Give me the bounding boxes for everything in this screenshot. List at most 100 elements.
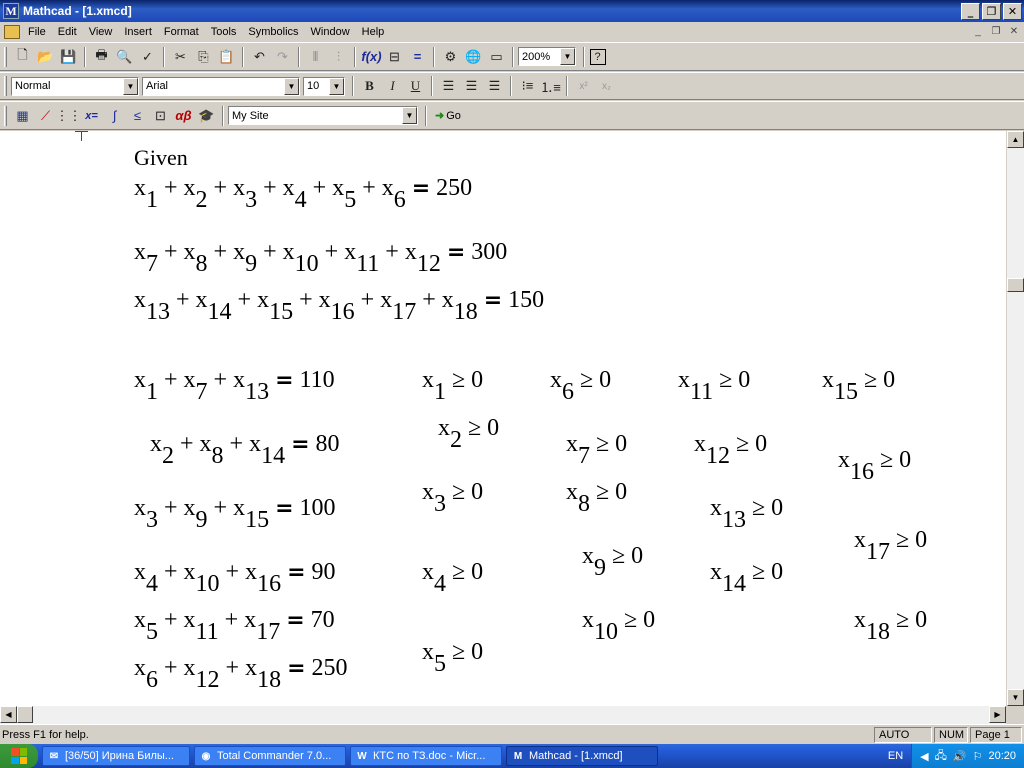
- equation[interactable]: x4 + x10 + x16 = 90: [134, 560, 336, 596]
- align-icon[interactable]: ⫴: [305, 46, 327, 68]
- scroll-thumb[interactable]: [1007, 278, 1024, 292]
- mathcad-app-icon[interactable]: M: [3, 3, 19, 19]
- scroll-right-icon[interactable]: ▶: [989, 706, 1006, 723]
- bold-button[interactable]: B: [359, 75, 381, 97]
- copy-icon[interactable]: ⎘: [193, 46, 215, 68]
- font-select[interactable]: Arial ▼: [142, 76, 300, 96]
- align-center-icon[interactable]: ☰: [461, 75, 483, 97]
- resource-icon[interactable]: 🌐: [463, 46, 485, 68]
- constraint[interactable]: x14 ≥ 0: [710, 560, 783, 596]
- scroll-left-icon[interactable]: ◀: [0, 706, 17, 723]
- task-button-word[interactable]: W КТС по ТЗ.doc - Micr...: [350, 746, 502, 766]
- font-size-select[interactable]: 10 ▼: [303, 76, 345, 96]
- align-down-icon[interactable]: ⫶: [328, 46, 350, 68]
- constraint[interactable]: x13 ≥ 0: [710, 496, 783, 532]
- matrix-icon[interactable]: ⋮⋮: [56, 105, 82, 127]
- print-preview-icon[interactable]: 🔍: [114, 46, 136, 68]
- window-icon[interactable]: ▭: [486, 46, 508, 68]
- worksheet[interactable]: Given x1 + x2 + x3 + x4 + x5 + x6 = 250 x…: [0, 131, 1006, 706]
- doc-minimize-button[interactable]: _: [970, 24, 986, 38]
- menu-format[interactable]: Format: [158, 26, 205, 38]
- scroll-down-icon[interactable]: ▼: [1007, 689, 1024, 706]
- print-icon[interactable]: 🖶: [91, 46, 113, 68]
- calculator-icon[interactable]: ▦: [12, 105, 34, 127]
- underline-button[interactable]: U: [405, 75, 427, 97]
- chevron-down-icon[interactable]: ▼: [123, 77, 138, 95]
- insert-unit-icon[interactable]: ⊟: [384, 46, 406, 68]
- greek-icon[interactable]: αβ: [173, 105, 195, 127]
- flag-icon[interactable]: ⚐: [973, 750, 983, 763]
- constraint[interactable]: x3 ≥ 0: [422, 480, 483, 516]
- menu-file[interactable]: File: [22, 26, 52, 38]
- paste-icon[interactable]: 📋: [216, 46, 238, 68]
- insert-function-icon[interactable]: f(x): [361, 46, 383, 68]
- numbering-icon[interactable]: ⒈≡: [540, 75, 562, 97]
- boolean-icon[interactable]: ≤: [127, 105, 149, 127]
- constraint[interactable]: x12 ≥ 0: [694, 432, 767, 468]
- symbolic-icon[interactable]: 🎓: [196, 105, 218, 127]
- constraint[interactable]: x16 ≥ 0: [838, 448, 911, 484]
- align-right-icon[interactable]: ☰: [484, 75, 506, 97]
- zoom-select[interactable]: 200% ▼: [518, 47, 576, 66]
- spell-check-icon[interactable]: ✓: [137, 46, 159, 68]
- constraint[interactable]: x15 ≥ 0: [822, 368, 895, 404]
- site-select[interactable]: My Site ▼: [228, 106, 418, 125]
- hscroll-thumb[interactable]: [17, 706, 33, 723]
- equation[interactable]: x1 + x2 + x3 + x4 + x5 + x6 = 250: [134, 176, 472, 212]
- equation[interactable]: x13 + x14 + x15 + x16 + x17 + x18 = 150: [134, 288, 544, 324]
- equation[interactable]: x1 + x7 + x13 = 110: [134, 368, 335, 404]
- close-button[interactable]: ✕: [1003, 2, 1022, 20]
- equation[interactable]: x3 + x9 + x15 = 100: [134, 496, 336, 532]
- volume-icon[interactable]: 🔊: [953, 750, 967, 763]
- doc-close-button[interactable]: ✕: [1006, 24, 1022, 38]
- language-indicator[interactable]: EN: [880, 744, 911, 768]
- chevron-down-icon[interactable]: ▼: [284, 77, 299, 95]
- constraint[interactable]: x9 ≥ 0: [582, 544, 643, 580]
- italic-button[interactable]: I: [382, 75, 404, 97]
- vertical-scrollbar[interactable]: ▲ ▼: [1006, 131, 1024, 706]
- task-button-mathcad[interactable]: M Mathcad - [1.xmcd]: [506, 746, 658, 766]
- undo-icon[interactable]: ↶: [249, 46, 271, 68]
- chevron-down-icon[interactable]: ▼: [329, 77, 344, 95]
- task-button-total-commander[interactable]: ◉ Total Commander 7.0...: [194, 746, 346, 766]
- task-button-messenger[interactable]: ✉ [36/50] Ирина Билы...: [42, 746, 190, 766]
- menu-edit[interactable]: Edit: [52, 26, 83, 38]
- evaluation-icon[interactable]: x=: [81, 105, 103, 127]
- constraint[interactable]: x5 ≥ 0: [422, 640, 483, 676]
- menu-insert[interactable]: Insert: [118, 26, 158, 38]
- align-left-icon[interactable]: ☰: [438, 75, 460, 97]
- constraint[interactable]: x2 ≥ 0: [438, 416, 499, 452]
- menu-window[interactable]: Window: [305, 26, 356, 38]
- menu-tools[interactable]: Tools: [205, 26, 243, 38]
- new-icon[interactable]: 🗋: [12, 46, 34, 68]
- programming-icon[interactable]: ⊡: [150, 105, 172, 127]
- constraint[interactable]: x4 ≥ 0: [422, 560, 483, 596]
- constraint[interactable]: x6 ≥ 0: [550, 368, 611, 404]
- equation[interactable]: x7 + x8 + x9 + x10 + x11 + x12 = 300: [134, 240, 507, 276]
- constraint[interactable]: x18 ≥ 0: [854, 608, 927, 644]
- chevron-down-icon[interactable]: ▼: [560, 48, 575, 65]
- document-icon[interactable]: [4, 24, 20, 39]
- horizontal-scrollbar[interactable]: ◀ ▶: [0, 706, 1006, 724]
- constraint[interactable]: x8 ≥ 0: [566, 480, 627, 516]
- open-icon[interactable]: 📂: [35, 46, 57, 68]
- constraint[interactable]: x1 ≥ 0: [422, 368, 483, 404]
- save-icon[interactable]: 💾: [58, 46, 80, 68]
- menu-help[interactable]: Help: [356, 26, 391, 38]
- equation[interactable]: x6 + x12 + x18 = 250: [134, 656, 348, 692]
- cut-icon[interactable]: ✂: [170, 46, 192, 68]
- redo-icon[interactable]: ↷: [272, 46, 294, 68]
- constraint[interactable]: x11 ≥ 0: [678, 368, 750, 404]
- graph-icon[interactable]: ⟋: [35, 105, 57, 127]
- start-button[interactable]: [0, 744, 38, 768]
- calculus-icon[interactable]: ∫: [104, 105, 126, 127]
- superscript-icon[interactable]: x²: [573, 75, 595, 97]
- equation[interactable]: x2 + x8 + x14 = 80: [150, 432, 340, 468]
- minimize-button[interactable]: _: [961, 2, 980, 20]
- chevron-down-icon[interactable]: ▼: [402, 107, 417, 124]
- insert-component-icon[interactable]: ⚙: [440, 46, 462, 68]
- equation[interactable]: x5 + x11 + x17 = 70: [134, 608, 335, 644]
- calculate-icon[interactable]: =: [407, 46, 429, 68]
- style-select[interactable]: Normal ▼: [11, 76, 139, 96]
- restore-button[interactable]: ❐: [982, 2, 1001, 20]
